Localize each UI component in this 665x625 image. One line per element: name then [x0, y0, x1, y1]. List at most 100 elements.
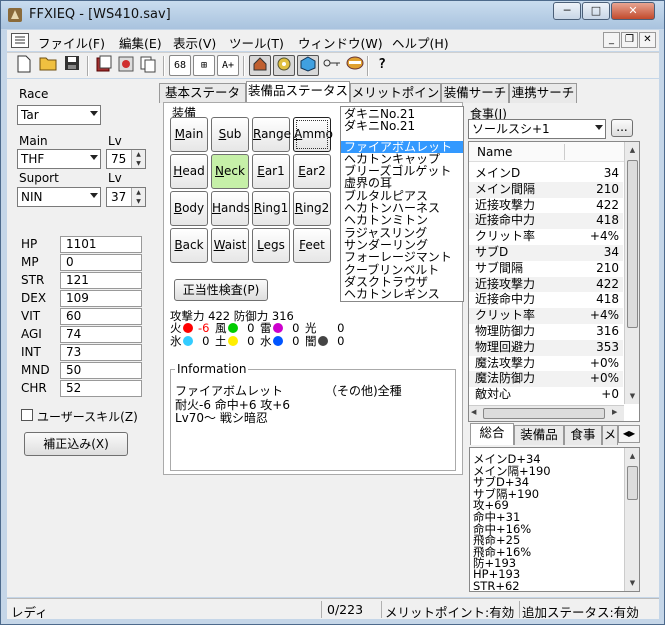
stats-row[interactable]: 魔法防御力 +0% [469, 371, 623, 388]
level-68-button[interactable]: 68 [169, 55, 191, 76]
cube-icon[interactable] [297, 55, 319, 76]
stats-row[interactable]: 物理回避力 353 [469, 339, 623, 356]
slot-hands-button[interactable]: Hands [211, 191, 250, 226]
food-more-button[interactable]: ... [611, 119, 633, 137]
summary-list[interactable]: メインD+34 メイン隔+190 サブD+34 サブ隔+190 攻+69 命中+31 命中+… [469, 447, 640, 592]
stats-row[interactable]: 近接命中力 418 [469, 292, 623, 308]
tab-merit-short[interactable]: メ [602, 425, 618, 445]
slot-waist-button[interactable]: Waist [211, 228, 249, 263]
open-folder-icon[interactable] [37, 55, 59, 76]
up-arrow-icon[interactable]: ▲ [132, 188, 145, 197]
help-icon[interactable]: ? [371, 55, 393, 76]
slot-range-button[interactable]: Range [252, 117, 291, 152]
mdi-restore-button[interactable]: ❐ [621, 32, 638, 48]
stats-list[interactable]: Name メインD 34 メイン間隔 210 近接攻撃力 422 近接命中力 418 クリット率… [468, 141, 640, 422]
support-job-select[interactable]: NIN [17, 187, 101, 207]
close-button[interactable]: ✕ [611, 2, 655, 20]
item-list-entry[interactable]: ヘカトンレギンス [341, 288, 463, 300]
tab-chain-search[interactable]: 連携サーチ [509, 83, 577, 103]
stats-row[interactable]: サブ間隔 210 [469, 261, 623, 277]
copy-icon[interactable] [137, 55, 159, 76]
menu-help[interactable]: ヘルプ(H) [392, 33, 449, 52]
tab-equipment[interactable]: 装備品 [514, 425, 564, 445]
slot-legs-button[interactable]: Legs [252, 228, 290, 263]
menu-tools[interactable]: ツール(T) [229, 33, 284, 52]
up-arrow-icon[interactable]: ▲ [132, 150, 145, 159]
stats-row[interactable]: 近接攻撃力 422 [469, 198, 623, 214]
aplus-button[interactable]: A+ [217, 55, 239, 76]
stats-horizontal-scrollbar[interactable]: ◀ ▶ [469, 405, 624, 421]
mdi-close-button[interactable]: ✕ [639, 32, 656, 48]
stats-list-header[interactable]: Name [469, 142, 624, 162]
record-icon[interactable] [115, 55, 137, 76]
item-list-entry[interactable]: クーブリンベルト [341, 263, 463, 276]
stats-row[interactable]: 物理防御力 316 [469, 324, 623, 340]
down-arrow-icon[interactable]: ▼ [132, 197, 145, 206]
stats-row[interactable]: クリット率 +4% [469, 308, 623, 324]
summary-scrollbar[interactable]: ▲ ▼ [624, 448, 639, 591]
document-icon[interactable] [11, 33, 29, 48]
main-lv-stepper[interactable]: 75 ▲ ▼ [106, 149, 146, 169]
slot-ring2-button[interactable]: Ring2 [293, 191, 331, 226]
scroll-up-icon[interactable]: ▲ [625, 142, 639, 158]
stats-row[interactable]: サブD 34 [469, 245, 623, 261]
scroll-thumb[interactable] [627, 160, 638, 328]
support-lv-stepper[interactable]: 37 ▲ ▼ [106, 187, 146, 207]
stats-row[interactable]: 近接攻撃力 422 [469, 276, 623, 293]
equip-set-button[interactable]: ⊞ [193, 55, 215, 76]
stats-row[interactable]: 近接命中力 418 [469, 213, 623, 230]
slot-main-button[interactable]: Main [170, 117, 208, 152]
slot-ring1-button[interactable]: Ring1 [252, 191, 290, 226]
stats-row[interactable]: メイン間隔 210 [469, 181, 623, 198]
tab-basic-status[interactable]: 基本ステータス [159, 83, 246, 118]
corrected-button[interactable]: 補正込み(X) [24, 432, 128, 456]
mdi-minimize-button[interactable]: _ [603, 32, 620, 48]
home-icon[interactable] [249, 55, 271, 76]
main-job-select[interactable]: THF [17, 149, 101, 169]
slot-feet-button[interactable]: Feet [293, 228, 331, 263]
slot-ammo-button[interactable]: Ammo [293, 117, 333, 152]
validity-check-button[interactable]: 正当性検査(P) [174, 279, 268, 301]
stats-row[interactable]: クリット率 +4% [469, 229, 623, 245]
slot-ear2-button[interactable]: Ear2 [293, 154, 331, 189]
menu-window[interactable]: ウィンドウ(W) [298, 33, 383, 52]
stats-row[interactable]: 魔法攻撃力 +0% [469, 356, 623, 372]
stats-row[interactable]: 敵対心 +0 [469, 387, 623, 403]
item-list-entry[interactable]: 虚界の耳 [341, 177, 463, 189]
tab-equip-search[interactable]: 装備サーチ [441, 83, 509, 103]
scroll-right-icon[interactable]: ▶ [612, 408, 617, 416]
new-file-icon[interactable] [13, 55, 35, 76]
slot-sub-button[interactable]: Sub [211, 117, 249, 152]
scroll-thumb[interactable] [627, 466, 638, 500]
food-icon[interactable] [344, 55, 366, 76]
item-list-entry[interactable]: フォーレージマント [341, 251, 463, 263]
slot-ear1-button[interactable]: Ear1 [252, 154, 290, 189]
slot-neck-button[interactable]: Neck [211, 154, 249, 189]
user-skill-checkbox[interactable] [21, 409, 33, 421]
stats-row[interactable]: メインD 34 [469, 166, 623, 182]
food-select[interactable]: ソールスシ+1 [468, 119, 606, 139]
tab-merit-points[interactable]: メリットポイント [350, 83, 441, 118]
scroll-down-icon[interactable]: ▼ [625, 575, 639, 591]
save-icon[interactable] [61, 55, 83, 76]
item-list[interactable]: ダキニNo.21 ダキニNo.21 ファイアボムレット ヘカトンキャップ ブリーズゴルゲ… [340, 106, 464, 302]
key-icon[interactable] [321, 55, 343, 76]
down-arrow-icon[interactable]: ▼ [132, 159, 145, 168]
book-icon[interactable] [93, 55, 115, 76]
tab-total[interactable]: 総合 [470, 423, 514, 445]
slot-head-button[interactable]: Head [170, 154, 208, 189]
slot-back-button[interactable]: Back [170, 228, 208, 263]
maximize-button[interactable]: □ [582, 2, 610, 20]
item-list-entry[interactable]: ヘカトンミトン [341, 214, 463, 226]
tab-scroll-arrows[interactable]: ◀▶ [618, 425, 640, 443]
scroll-up-icon[interactable]: ▲ [625, 448, 639, 464]
minimize-button[interactable]: ─ [553, 2, 581, 20]
item-list-entry[interactable]: ダキニNo.21 [341, 120, 463, 132]
scroll-thumb[interactable] [483, 408, 605, 419]
user-skill-label[interactable]: ユーザースキル(Z) [37, 408, 138, 425]
slot-body-button[interactable]: Body [170, 191, 208, 226]
menu-file[interactable]: ファイル(F) [38, 33, 105, 52]
gear-icon[interactable] [273, 55, 295, 76]
race-select[interactable]: Tar [17, 105, 101, 125]
scroll-down-icon[interactable]: ▼ [625, 388, 639, 404]
